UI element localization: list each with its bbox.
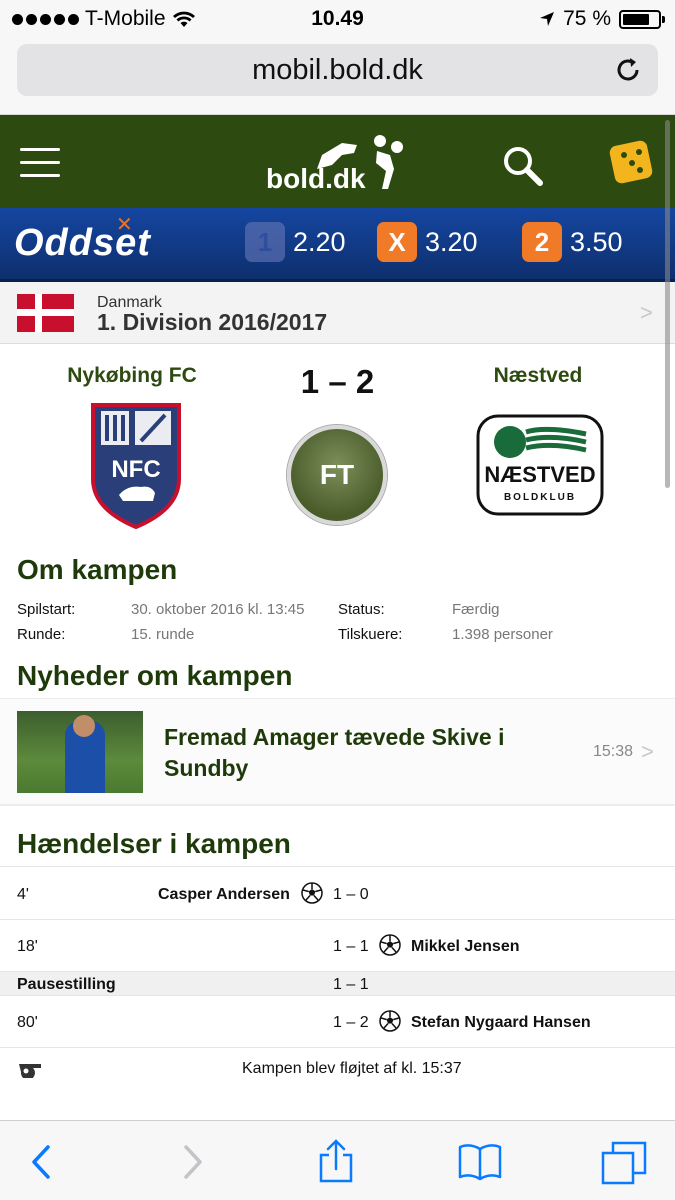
football-icon xyxy=(301,882,323,904)
event-minute: 4' xyxy=(17,886,29,903)
odds-away[interactable]: 2 3.50 xyxy=(522,222,623,262)
away-crest-subtext: BOLDKLUB xyxy=(504,492,576,503)
odds-draw-label: X xyxy=(377,222,417,262)
events-heading: Hændelser i kampen xyxy=(17,828,291,859)
scrollbar[interactable] xyxy=(665,120,670,488)
menu-icon[interactable] xyxy=(20,148,60,178)
odds-home[interactable]: 1 2.20 xyxy=(245,222,346,262)
kickoff-value: 30. oktober 2016 kl. 13:45 xyxy=(131,601,305,618)
whistle-icon xyxy=(19,1064,41,1078)
event-minute: 80' xyxy=(17,1014,38,1031)
final-whistle-row: Kampen blev fløjtet af kl. 15:37 xyxy=(0,1048,675,1092)
battery-percent: 75 % xyxy=(563,7,611,30)
oddset-logo: Oddset ✕ xyxy=(14,214,151,265)
forward-icon[interactable] xyxy=(168,1139,214,1185)
browser-toolbar xyxy=(0,1120,675,1200)
odds-draw[interactable]: X 3.20 xyxy=(377,222,478,262)
odds-draw-value: 3.20 xyxy=(425,226,478,257)
about-heading: Om kampen xyxy=(17,554,178,585)
event-score: 1 – 1 xyxy=(333,938,369,955)
status-right: 75 % xyxy=(539,7,665,31)
final-whistle-text: Kampen blev fløjtet af kl. 15:37 xyxy=(242,1060,462,1077)
event-minute: 18' xyxy=(17,938,38,955)
kickoff-label: Spilstart: xyxy=(17,601,76,618)
football-icon xyxy=(379,934,401,956)
back-icon[interactable] xyxy=(20,1139,66,1185)
event-score: 1 – 0 xyxy=(333,886,369,903)
chevron-right-icon: > xyxy=(640,300,653,325)
reload-icon[interactable] xyxy=(612,54,644,86)
football-icon xyxy=(379,1010,401,1032)
location-arrow-icon xyxy=(540,12,555,26)
news-item[interactable]: Fremad Amager tævede Skive i Sundby 15:3… xyxy=(0,698,675,806)
site-logo[interactable]: bold.dk xyxy=(262,133,412,207)
attendance-label: Tilskuere: xyxy=(338,626,403,643)
chevron-right-icon: > xyxy=(641,739,654,764)
odds-away-value: 3.50 xyxy=(570,226,623,257)
event-row: 18' 1 – 1 Mikkel Jensen xyxy=(0,920,675,972)
round-label: Runde: xyxy=(17,626,66,643)
event-player[interactable]: Casper Andersen xyxy=(158,886,290,904)
bookmarks-icon[interactable] xyxy=(457,1139,503,1185)
search-icon[interactable] xyxy=(500,143,544,187)
away-crest-text: NÆSTVED xyxy=(484,462,595,487)
round-value: 15. runde xyxy=(131,626,195,643)
fulltime-badge: FT xyxy=(287,425,387,525)
event-player[interactable]: Mikkel Jensen xyxy=(411,938,520,956)
halftime-label: Pausestilling xyxy=(17,976,116,993)
odds-bar[interactable]: Oddset ✕ 1 2.20 X 3.20 2 3.50 xyxy=(0,208,675,282)
dice-icon[interactable] xyxy=(608,137,656,185)
phone-screen: T-Mobile 10.49 75 % mobil.bold.dk bold.d… xyxy=(0,0,675,1200)
battery-icon xyxy=(619,9,665,29)
status-label: Status: xyxy=(338,601,385,618)
share-icon[interactable] xyxy=(313,1139,359,1185)
halftime-score: 1 – 1 xyxy=(333,976,369,993)
browser-address-area: mobil.bold.dk xyxy=(0,38,675,115)
oddset-x-mark: ✕ xyxy=(116,214,134,236)
league-row[interactable]: Danmark 1. Division 2016/2017 > xyxy=(0,282,675,344)
address-bar[interactable]: mobil.bold.dk xyxy=(17,44,658,96)
url-text: mobil.bold.dk xyxy=(252,54,423,86)
odds-home-value: 2.20 xyxy=(293,226,346,257)
match-score: 1 – 2 xyxy=(300,363,375,400)
logo-text: bold.dk xyxy=(266,163,366,194)
news-title[interactable]: Fremad Amager tævede Skive i Sundby xyxy=(164,722,564,784)
away-team-name[interactable]: Næstved xyxy=(448,364,628,388)
tabs-icon[interactable] xyxy=(601,1139,647,1185)
site-header: bold.dk xyxy=(0,115,675,208)
news-thumbnail xyxy=(17,711,143,793)
next-section-heading-partial: Indbyrdes kampe mellem Nykøbing FC og Næ… xyxy=(17,1108,602,1120)
attendance-value: 1.398 personer xyxy=(452,626,553,643)
away-team-crest[interactable]: NÆSTVED BOLDKLUB xyxy=(476,414,604,516)
news-heading: Nyheder om kampen xyxy=(17,660,293,691)
event-score: 1 – 2 xyxy=(333,1014,369,1031)
event-player[interactable]: Stefan Nygaard Hansen xyxy=(411,1014,591,1032)
event-row: 4' Casper Andersen 1 – 0 xyxy=(0,866,675,920)
news-time: 15:38 xyxy=(593,743,634,760)
event-row: 80' 1 – 2 Stefan Nygaard Hansen xyxy=(0,996,675,1048)
status-value: Færdig xyxy=(452,601,500,618)
home-team-name[interactable]: Nykøbing FC xyxy=(42,364,222,388)
denmark-flag-icon xyxy=(17,294,74,332)
halftime-row: Pausestilling 1 – 1 xyxy=(0,972,675,996)
home-team-crest[interactable]: NFC xyxy=(89,401,183,529)
odds-home-label: 1 xyxy=(245,222,285,262)
league-name: 1. Division 2016/2017 xyxy=(97,309,328,335)
status-bar: T-Mobile 10.49 75 % xyxy=(0,0,675,38)
odds-away-label: 2 xyxy=(522,222,562,262)
home-crest-text: NFC xyxy=(111,456,160,483)
